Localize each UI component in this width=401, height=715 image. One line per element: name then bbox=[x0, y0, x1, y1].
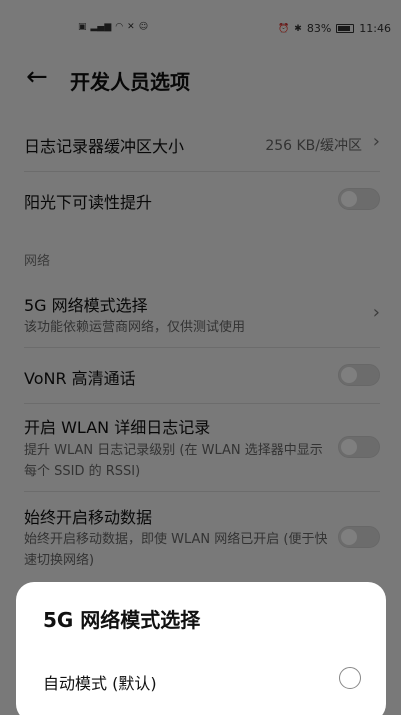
radio-button[interactable] bbox=[339, 667, 361, 689]
dialog-title: 5G 网络模式选择 bbox=[43, 608, 201, 632]
option-label: 自动模式 (默认) bbox=[43, 674, 157, 693]
nr-mode-dialog: 5G 网络模式选择 自动模式 (默认) bbox=[16, 582, 386, 715]
option-auto-mode[interactable]: 自动模式 (默认) bbox=[43, 664, 361, 698]
